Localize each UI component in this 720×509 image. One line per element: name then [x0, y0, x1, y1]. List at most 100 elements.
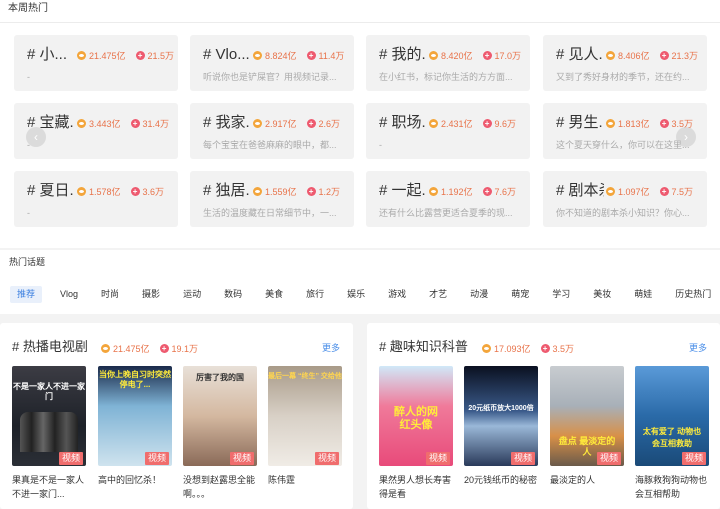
topic-views: 2.917亿 [265, 118, 297, 129]
topic-name: # 独居... [203, 182, 251, 199]
topic-tab[interactable]: 娱乐 [341, 286, 371, 303]
video-thumbnail[interactable]: 最后一幕 “终生” 交给他 视频 [268, 366, 342, 466]
topic-stats: 1.578亿 +3.6万 [77, 184, 164, 198]
video-caption[interactable]: 果真是不是一家人 不进一家门... [12, 473, 86, 501]
topic-desc: 你不知道的剧本杀小知识？你心... [556, 208, 690, 218]
video-thumbnail[interactable]: 太有爱了 动物也会互相救助 视频 [635, 366, 709, 466]
thumb-text: 最后一幕 “终生” 交给他 [268, 373, 342, 380]
topic-stats: 2.431亿 +9.6万 [429, 116, 516, 130]
topic-tab[interactable]: 时尚 [95, 286, 125, 303]
weekly-hot-section: 本周热门 # 小... 21.475亿 +21.5万 - # Vlo... 8.824亿 +… [0, 0, 720, 248]
topic-views: 21.475亿 [89, 50, 126, 61]
video-caption[interactable]: 海豚救狗狗动物也会互相帮助 [635, 473, 709, 501]
video-caption[interactable]: 陈伟霆 [268, 473, 342, 487]
plus-icon: + [482, 186, 492, 196]
topic-tab[interactable]: 才艺 [423, 286, 453, 303]
topic-views: 1.192亿 [441, 186, 473, 197]
topic-tab[interactable]: 运动 [177, 286, 207, 303]
topic-name: # 我的... [379, 46, 427, 63]
topic-desc: 又到了秀好身材的季节，还在约... [556, 72, 690, 82]
topic-card[interactable]: # 我的... 8.420亿 +17.0万在小红书，标记你生活的方方面... [366, 35, 530, 91]
panel-title[interactable]: # 趣味知识科普 [379, 339, 468, 355]
view-icon [253, 50, 262, 60]
thumb-text: 不是一家人不进一家门 [13, 382, 85, 401]
topic-tab[interactable]: 数码 [218, 286, 248, 303]
hot-topics-section: 热门话题 推荐 Vlog 时尚 摄影 运动 数码 美食 旅行 娱乐 游戏 才艺 动漫 萌宠 学习 美妆 萌娃历… [0, 250, 720, 314]
topic-adds: 3.6万 [142, 186, 165, 197]
view-icon [429, 50, 438, 60]
topic-name: # 见人... [556, 46, 604, 63]
topic-desc: - [27, 208, 30, 218]
topic-desc: 在小红书，标记你生活的方方面... [379, 72, 513, 82]
topic-card[interactable]: # 小... 21.475亿 +21.5万 - [14, 35, 178, 91]
topic-tab[interactable]: 游戏 [382, 286, 412, 303]
video-caption[interactable]: 20元钱纸币的秘密 [464, 473, 538, 487]
topic-tab[interactable]: 美食 [259, 286, 289, 303]
video-caption[interactable]: 最淡定的人 [550, 473, 624, 487]
panel-tv-drama: # 热播电视剧 21.475亿 + 19.1万 更多 不是一家人不进一家门 视频… [0, 323, 353, 509]
panel-adds: 3.5万 [552, 343, 575, 354]
topic-tab[interactable]: 萌宠 [505, 286, 535, 303]
video-badge: 视频 [229, 452, 254, 465]
topic-tab[interactable]: 学习 [546, 286, 576, 303]
video-caption[interactable]: 果然男人想长寿害得是看 [379, 473, 453, 501]
topic-card[interactable]: # Vlo... 8.824亿 +11.4万 听说你也是铲屎官？用视频记录... [190, 35, 354, 91]
view-icon [606, 186, 615, 196]
topic-tab[interactable]: 美妆 [587, 286, 617, 303]
plus-icon: + [659, 118, 669, 128]
more-link[interactable]: 更多 [322, 342, 340, 354]
plus-icon: + [135, 50, 145, 60]
topic-card[interactable]: # 我家... 2.917亿 +2.6万每个宝宝在爸爸麻麻的眼中，都... [190, 103, 354, 159]
topic-views: 3.443亿 [89, 118, 121, 129]
topic-tab[interactable]: 历史热门 [669, 286, 717, 303]
topic-adds: 1.2万 [318, 186, 341, 197]
topic-tab[interactable]: 旅行 [300, 286, 330, 303]
topic-card[interactable]: # 职场... 2.431亿 +9.6万 - [366, 103, 530, 159]
view-icon [77, 186, 86, 196]
topic-desc: 每个宝宝在爸爸麻麻的眼中，都... [203, 140, 337, 150]
topic-stats: 1.192亿 +7.6万 [429, 184, 516, 198]
topic-tab[interactable]: 萌娃 [628, 286, 658, 303]
video-thumbnail[interactable]: 盘点 最淡定的人 视频 [550, 366, 624, 466]
topic-adds: 2.6万 [318, 118, 341, 129]
topic-desc: 还有什么比露营更适合夏季的现... [379, 208, 513, 218]
topic-name: # 职场... [379, 114, 427, 131]
topic-name: # 我家... [203, 114, 251, 131]
topic-views: 8.824亿 [265, 50, 297, 61]
topic-card[interactable]: # 见人... 8.406亿 +21.3万又到了秀好身材的季节，还在约... [543, 35, 707, 91]
video-thumbnail[interactable]: 厉害了我的国 视频 [183, 366, 257, 466]
view-icon [253, 118, 262, 128]
plus-icon: + [306, 50, 316, 60]
topic-card[interactable]: # 独居... 1.559亿 +1.2万生活的温度藏在日常细节中，一... [190, 171, 354, 227]
carousel-next-icon[interactable]: › [676, 127, 696, 147]
carousel-prev-icon[interactable]: ‹ [26, 127, 46, 147]
panel-title[interactable]: # 热播电视剧 [12, 339, 88, 355]
video-caption[interactable]: 高中的回忆杀！ [98, 473, 172, 487]
topic-adds: 21.3万 [671, 50, 699, 61]
weekly-hot-title: 本周热门 [8, 3, 48, 14]
topic-card[interactable]: # 一起... 1.192亿 +7.6万还有什么比露营更适合夏季的现... [366, 171, 530, 227]
topic-tab[interactable]: 推荐 [10, 286, 43, 303]
view-icon [606, 50, 615, 60]
topic-card[interactable]: # 剧本杀 1.097亿 +7.5万你不知道的剧本杀小知识？你心... [543, 171, 707, 227]
topic-card[interactable]: # 夏日... 1.578亿 +3.6万 - [14, 171, 178, 227]
thumb-text: 20元纸币放大1000倍 [468, 405, 534, 412]
topic-views: 1.813亿 [618, 118, 650, 129]
view-icon [429, 118, 438, 128]
panel-stats: 21.475亿 + 19.1万 [101, 342, 198, 354]
topic-name: # Vlo... [203, 46, 250, 63]
video-thumbnail[interactable]: 当你上晚自习时突然停电了... 视频 [98, 366, 172, 466]
topic-adds: 7.5万 [671, 186, 694, 197]
video-thumbnail[interactable]: 不是一家人不进一家门 视频 [12, 366, 86, 466]
video-thumbnail[interactable]: 醉人的网红头像 视频 [379, 366, 453, 466]
topic-tab[interactable]: Vlog [54, 286, 84, 303]
topic-stats: 1.097亿 +7.5万 [606, 184, 693, 198]
topic-stats: 8.406亿 +21.3万 [606, 48, 698, 62]
topic-tab[interactable]: 摄影 [136, 286, 166, 303]
video-caption[interactable]: 没想到赵露思全能啊。。。 [183, 473, 257, 501]
video-thumbnail[interactable]: 20元纸币放大1000倍 视频 [464, 366, 538, 466]
plus-icon: + [659, 186, 669, 196]
more-link[interactable]: 更多 [689, 342, 707, 354]
topic-tab[interactable]: 动漫 [464, 286, 494, 303]
people-graphic [20, 412, 78, 452]
